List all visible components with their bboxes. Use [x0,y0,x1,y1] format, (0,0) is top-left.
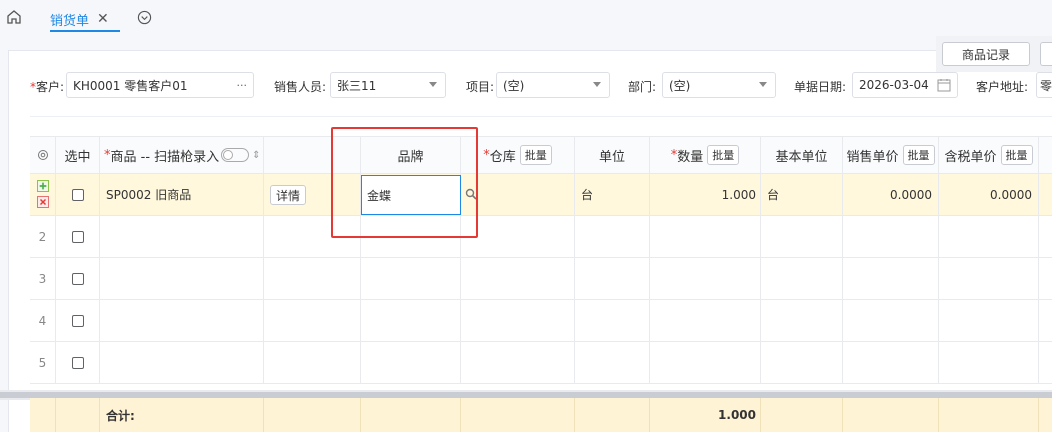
tab-active-indicator [50,30,120,32]
row-checkbox[interactable] [71,356,84,369]
scan-toggle[interactable] [221,148,250,162]
home-icon[interactable] [6,9,22,25]
project-label: 项目: [466,80,495,94]
header-form: *客户: KH0001 零售客户01 ··· 销售人员: 张三11 项目: (空… [0,72,1052,100]
total-label: 合计: [100,398,264,432]
project-select[interactable]: (空) [496,72,610,98]
header-product: * 商品 -- 扫描枪录入 ⇕ [100,137,264,173]
divider [30,116,1052,117]
cell-base-unit: 台 [761,174,843,215]
header-price: 销售单价 批量 [843,137,939,173]
table-row[interactable]: 4 [30,300,1052,342]
cell-product[interactable]: SP0002 旧商品 [100,174,264,215]
cell-warehouse[interactable] [461,174,575,215]
header-tax-price: 含税单价 批量 [939,137,1039,173]
sort-icon[interactable]: ⇕ [252,150,260,161]
tab-bar: 销货单 ✕ [0,0,1052,36]
tax-price-batch-button[interactable]: 批量 [1000,145,1033,165]
cell-tax-price[interactable]: 0.0000 [939,174,1039,215]
detail-button[interactable]: 详情 [270,185,306,205]
header-warehouse: * 仓库 批量 [461,137,575,173]
ellipsis-icon[interactable]: ··· [237,79,248,92]
caret-down-icon [429,82,437,87]
product-record-button[interactable]: 商品记录 [942,42,1030,66]
grid-header: 选中 * 商品 -- 扫描枪录入 ⇕ 品牌 * 仓库 批量 单位 * 数量 批量 基本… [30,136,1052,174]
date-label: 单据日期: [794,80,847,94]
add-row-icon[interactable] [37,180,49,192]
tab-label: 销货单 [50,13,90,29]
header-qty: * 数量 批量 [650,137,761,173]
table-row[interactable]: 3 [30,258,1052,300]
row-checkbox[interactable] [71,314,84,327]
cell-qty[interactable]: 1.000 [650,174,761,215]
chevron-down-icon[interactable] [137,10,152,25]
row-number: 5 [30,342,56,383]
calendar-icon[interactable] [937,78,951,92]
header-unit: 单位 [575,137,650,173]
salesperson-select[interactable]: 张三11 [330,72,446,98]
row-checkbox[interactable] [71,230,84,243]
customer-field[interactable]: KH0001 零售客户01 ··· [66,72,254,98]
row-number: 4 [30,300,56,341]
more-toolbar-button[interactable] [1040,42,1052,66]
price-batch-button[interactable]: 批量 [902,145,935,165]
header-select: 选中 [56,137,100,173]
cell-unit[interactable]: 台 [575,174,650,215]
header-brand: 品牌 [361,137,461,173]
settings-icon[interactable] [37,149,49,161]
cell-price[interactable]: 0.0000 [843,174,939,215]
brand-input[interactable]: 金蝶 [361,175,461,215]
row-checkbox[interactable] [71,272,84,285]
table-row[interactable]: 2 [30,216,1052,258]
department-label: 部门: [628,80,657,94]
column-settings-cell[interactable] [30,137,56,173]
totals-row: 合计: 1.000 [30,398,1052,432]
address-label: 客户地址: [976,80,1029,94]
row-number: 3 [30,258,56,299]
caret-down-icon [593,82,601,87]
customer-label: 客户: [36,80,65,94]
caret-down-icon [759,82,767,87]
department-select[interactable]: (空) [662,72,776,98]
delete-row-icon[interactable] [37,196,49,208]
qty-batch-button[interactable]: 批量 [707,145,740,165]
warehouse-batch-button[interactable]: 批量 [519,145,552,165]
close-icon[interactable]: ✕ [97,11,109,27]
row-checkbox[interactable] [71,188,84,201]
address-field[interactable]: 零 [1036,72,1052,98]
table-row[interactable]: 5 [30,342,1052,384]
tab-sales-order[interactable]: 销货单 ✕ [50,9,109,29]
date-picker[interactable]: 2026-03-04 [852,72,958,98]
header-product-ext [264,137,361,173]
total-qty: 1.000 [650,398,761,432]
row-number: 2 [30,216,56,257]
salesperson-label: 销售人员: [274,80,327,94]
header-base-unit: 基本单位 [761,137,843,173]
table-row[interactable]: SP0002 旧商品 详情 金蝶 台 1.000 台 0.0000 0.0000 [30,174,1052,216]
